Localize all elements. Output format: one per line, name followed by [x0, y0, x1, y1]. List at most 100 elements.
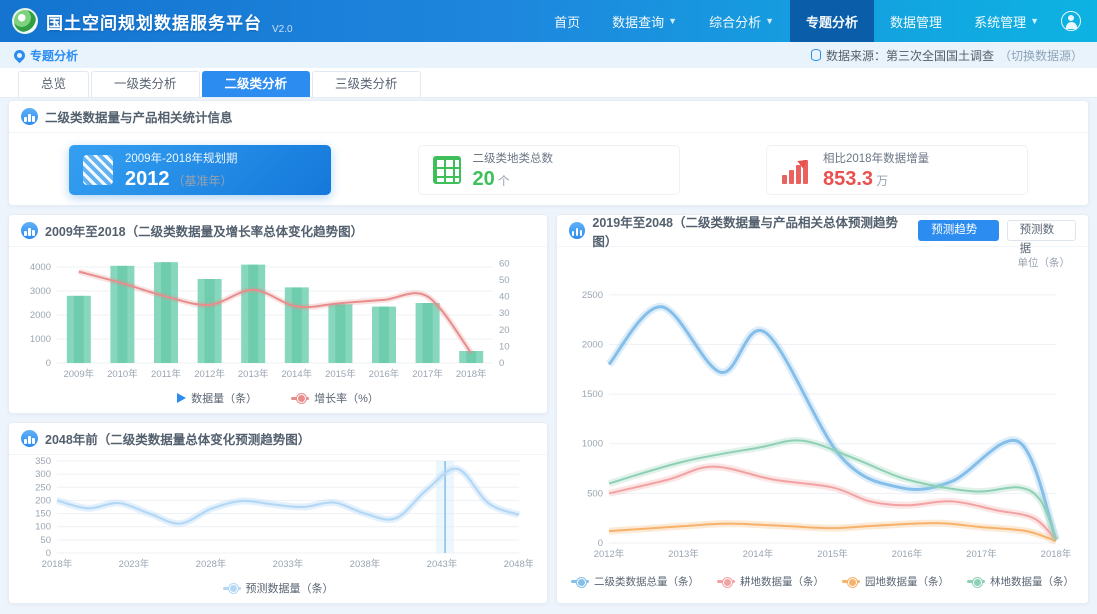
tab-二级类分析[interactable]: 二级类分析 [202, 71, 311, 97]
svg-text:0: 0 [598, 538, 603, 549]
prediction-line-chart: 3503002502001501005002018年2023年2028年2033… [9, 455, 547, 580]
svg-text:3000: 3000 [30, 286, 51, 297]
multi-line-chart: 单位（条） 250020001500100050002012年2013年2014… [557, 247, 1088, 574]
svg-text:200: 200 [35, 495, 51, 506]
multi-series-panel: 2019年至2048（二级类数据量与产品相关总体预测趋势图） 预测趋势图 预测数… [556, 214, 1089, 604]
multi-line-chart-legend: 二级类数据总量（条） 耕地数据量（条） 园地数据量（条） 林地数据量（条） [557, 574, 1088, 589]
svg-text:2000: 2000 [30, 310, 51, 321]
svg-text:1000: 1000 [582, 439, 603, 450]
nav-item-数据查询[interactable]: 数据查询▼ [596, 0, 693, 42]
legend-item[interactable]: 林地数据量（条） [967, 574, 1074, 589]
legend-item[interactable]: 耕地数据量（条） [717, 574, 824, 589]
data-view-button[interactable]: 预测数据 [1007, 220, 1076, 241]
chevron-down-icon: ▼ [765, 16, 774, 26]
data-source-text: 数据来源：第三次全国国土调查 [826, 47, 994, 64]
bar-chart-icon [21, 108, 38, 125]
kpi-card: 相比2018年数据增量 853.3万 [766, 145, 1028, 195]
location-pin-icon [12, 47, 28, 63]
chevron-down-icon: ▼ [668, 16, 677, 26]
prediction-panel: 2048年前（二级类数据量总体变化预测趋势图） 3503002502001501… [8, 422, 548, 604]
nav-item-综合分析[interactable]: 综合分析▼ [693, 0, 790, 42]
svg-text:2018年: 2018年 [42, 558, 73, 570]
svg-text:0: 0 [46, 358, 51, 369]
svg-text:30: 30 [499, 308, 510, 319]
svg-text:300: 300 [35, 469, 51, 480]
legend-marker-icon [177, 393, 186, 403]
legend-item[interactable]: 数据量（条） [177, 390, 257, 406]
svg-text:2009年: 2009年 [63, 368, 94, 380]
legend-marker-icon [842, 580, 860, 583]
svg-text:2014年: 2014年 [281, 368, 312, 380]
app-version: V2.0 [272, 24, 293, 42]
kpi-cards: 2009年-2018年规划期2012（基准年）二级类地类总数20个相比2018年… [9, 133, 1088, 195]
svg-text:2023年: 2023年 [119, 558, 150, 570]
svg-text:2015年: 2015年 [325, 368, 356, 380]
legend-marker-icon [571, 580, 589, 583]
kpi-value: 20 [473, 168, 495, 190]
user-icon[interactable] [1061, 11, 1081, 31]
svg-text:2038年: 2038年 [350, 558, 381, 570]
data-source-switch-link[interactable]: （切换数据源） [999, 47, 1083, 64]
stats-panel-title: 二级类数据量与产品相关统计信息 [45, 107, 233, 126]
stats-panel: 二级类数据量与产品相关统计信息 2009年-2018年规划期2012（基准年）二… [8, 100, 1089, 206]
svg-text:2016年: 2016年 [892, 548, 923, 560]
app-title: 国土空间规划数据服务平台 [46, 9, 262, 34]
tab-总览[interactable]: 总览 [18, 71, 89, 97]
kpi-label: 二级类地类总数 [473, 150, 554, 166]
svg-text:50: 50 [499, 275, 510, 286]
svg-text:350: 350 [35, 456, 51, 467]
legend-marker-icon [967, 580, 985, 583]
prediction-chart-legend: 预测数据量（条） [9, 580, 547, 596]
svg-text:2011年: 2011年 [151, 368, 181, 380]
svg-text:2013年: 2013年 [238, 368, 269, 380]
svg-text:2028年: 2028年 [196, 558, 227, 570]
legend-item[interactable]: 园地数据量（条） [842, 574, 949, 589]
user-menu[interactable] [1055, 0, 1097, 42]
svg-text:2018年: 2018年 [1041, 548, 1072, 560]
kpi-label: 相比2018年数据增量 [823, 150, 929, 166]
breadcrumb-bar: 专题分析 数据来源：第三次全国国土调查 （切换数据源） [0, 42, 1097, 68]
unit-label: 单位（条） [1018, 255, 1071, 270]
growth-bars-icon [781, 156, 811, 184]
tab-三级类分析[interactable]: 三级类分析 [312, 71, 421, 97]
svg-text:2017年: 2017年 [966, 548, 997, 560]
svg-text:60: 60 [499, 258, 510, 269]
legend-item[interactable]: 增长率（%） [291, 390, 379, 406]
bar-chart-icon [569, 222, 585, 239]
nav-item-数据管理[interactable]: 数据管理 [874, 0, 958, 42]
history-trend-title: 2009年至2018（二级类数据量及增长率总体变化趋势图） [45, 221, 363, 240]
tab-一级类分析[interactable]: 一级类分析 [91, 71, 200, 97]
svg-text:4000: 4000 [30, 262, 51, 273]
svg-text:2015年: 2015年 [817, 548, 848, 560]
nav-item-首页[interactable]: 首页 [538, 0, 596, 42]
kpi-value: 2012 [125, 168, 170, 190]
svg-text:2014年: 2014年 [743, 548, 774, 560]
nav-item-系统管理[interactable]: 系统管理▼ [958, 0, 1055, 42]
legend-marker-icon [717, 580, 735, 583]
legend-item[interactable]: 二级类数据总量（条） [571, 574, 699, 589]
chevron-down-icon: ▼ [1030, 16, 1039, 26]
svg-text:50: 50 [40, 535, 51, 546]
dashboard-app: 国土空间规划数据服务平台 V2.0 首页数据查询▼综合分析▼专题分析数据管理系统… [0, 0, 1097, 614]
breadcrumb: 专题分析 [14, 47, 78, 64]
kpi-unit: 万 [876, 174, 888, 188]
svg-text:10: 10 [499, 341, 510, 352]
svg-text:2043年: 2043年 [427, 558, 458, 570]
combo-chart: 4000300020001000060504030201002009年2010年… [9, 247, 547, 390]
svg-text:150: 150 [35, 509, 51, 520]
trend-view-button[interactable]: 预测趋势图 [918, 220, 998, 241]
svg-text:40: 40 [499, 292, 510, 303]
svg-text:2017年: 2017年 [412, 368, 443, 380]
bar-chart-icon [21, 430, 38, 447]
kpi-label: 2009年-2018年规划期 [125, 150, 238, 166]
kpi-value: 853.3 [823, 168, 873, 190]
bar-chart-icon [21, 222, 38, 239]
nav-item-专题分析[interactable]: 专题分析 [790, 0, 874, 42]
legend-item[interactable]: 预测数据量（条） [223, 580, 334, 596]
kpi-unit: 个 [498, 174, 510, 188]
legend-marker-icon [291, 397, 309, 400]
svg-text:2018年: 2018年 [456, 368, 487, 380]
category-tab-bar: 总览一级类分析二级类分析三级类分析 [0, 68, 1097, 98]
history-trend-panel: 2009年至2018（二级类数据量及增长率总体变化趋势图） 4000 3000 20… [8, 214, 548, 414]
data-source-note[interactable]: 数据来源：第三次全国国土调查 （切换数据源） [811, 47, 1083, 64]
